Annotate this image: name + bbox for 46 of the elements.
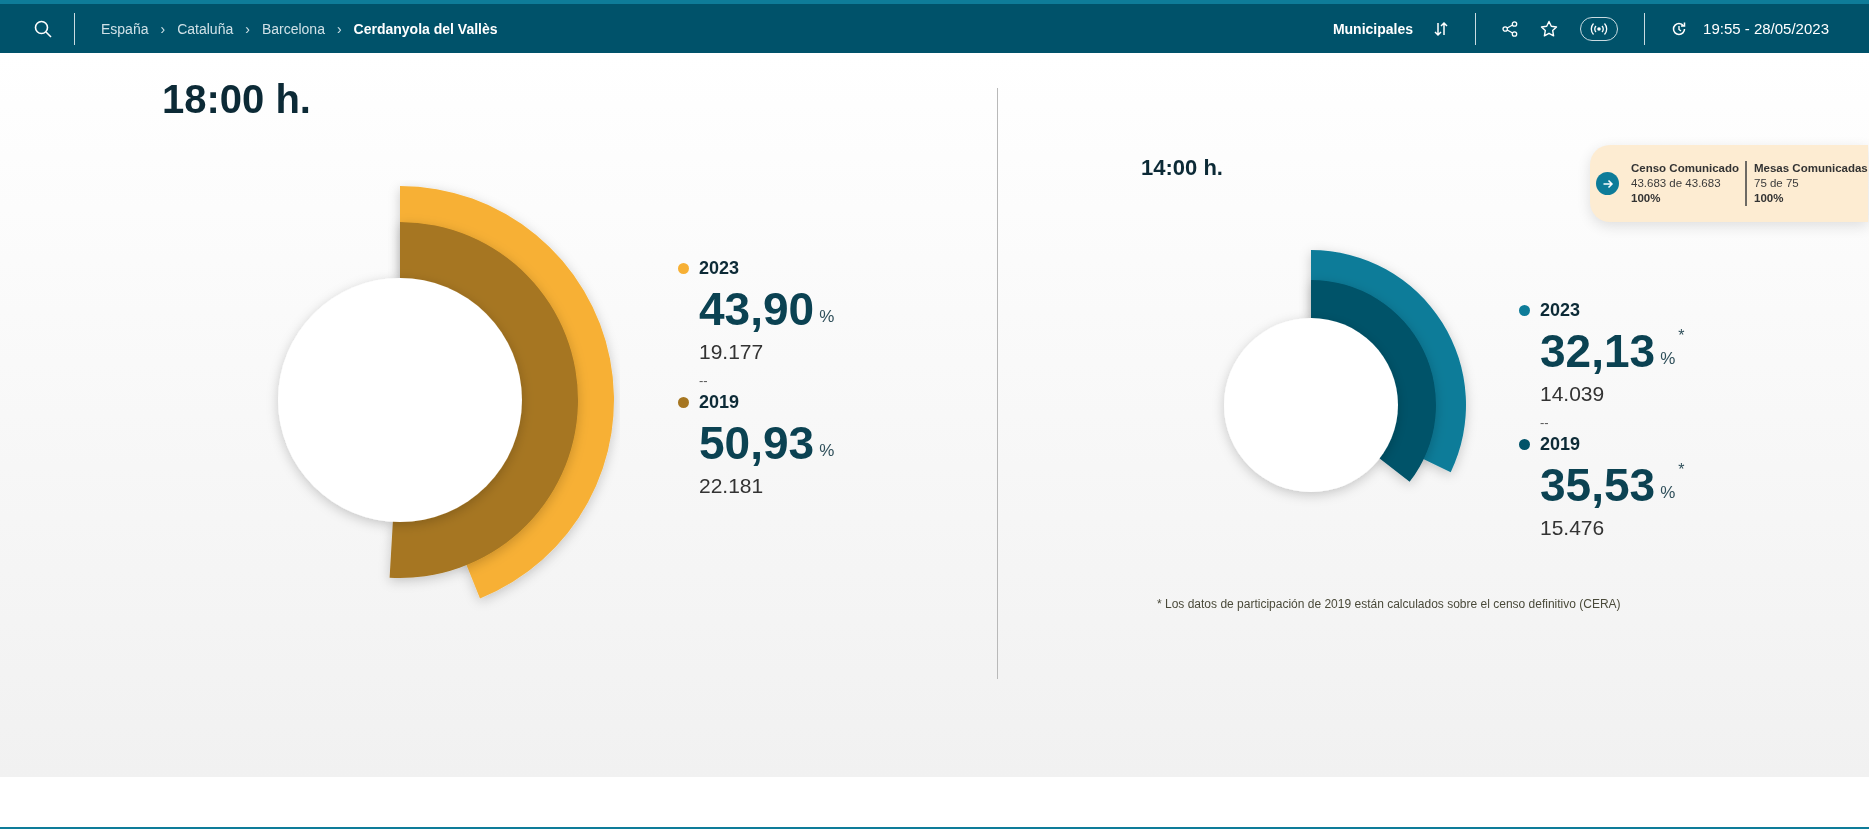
- time-title: 14:00 h.: [1141, 154, 1223, 182]
- breadcrumb-link[interactable]: Barcelona: [261, 20, 325, 37]
- turnout-percent: 43,90: [699, 282, 815, 337]
- summary-percent: 100%: [1631, 191, 1662, 206]
- turnout-percent: 50,93: [699, 416, 815, 471]
- percent-unit: %: [819, 441, 835, 461]
- voter-count: 14.039: [1540, 381, 1606, 407]
- year-label: 2023: [699, 258, 740, 279]
- percent-unit: %: [1660, 483, 1676, 503]
- star-icon[interactable]: [1540, 19, 1559, 38]
- turnout-percent: 35,53: [1540, 458, 1656, 513]
- sort-icon[interactable]: [1433, 20, 1450, 37]
- arrow-right-icon: [1601, 177, 1614, 190]
- share-icon[interactable]: [1502, 20, 1519, 37]
- percent-unit: %: [1660, 349, 1676, 369]
- breadcrumb-link[interactable]: Cerdanyola del Vallès: [353, 20, 498, 37]
- summary-detail: 43.683 de 43.683: [1631, 176, 1722, 191]
- voter-count: 19.177: [699, 339, 765, 365]
- summary-percent: 100%: [1754, 191, 1785, 206]
- turnout-percent: 32,13: [1540, 324, 1656, 379]
- search-icon[interactable]: [34, 19, 52, 38]
- broadcast-icon: [1589, 21, 1610, 36]
- summary-label: Mesas Comunicadas: [1754, 161, 1868, 176]
- history-icon[interactable]: [1671, 20, 1688, 37]
- election-type[interactable]: Municipales: [1332, 20, 1414, 37]
- breadcrumb-separator: ›: [160, 20, 166, 37]
- breadcrumb-separator: ›: [336, 20, 342, 37]
- note-mark: *: [1678, 461, 1685, 479]
- breadcrumb-separator: ›: [245, 20, 250, 37]
- voter-count: 15.476: [1540, 515, 1606, 541]
- year-label: 2023: [1540, 300, 1581, 321]
- separator-text: --: [699, 373, 709, 388]
- year-label: 2019: [1540, 434, 1581, 455]
- separator-text: --: [1540, 415, 1550, 430]
- voter-count: 22.181: [699, 473, 765, 499]
- breadcrumb-link[interactable]: Cataluña: [177, 20, 234, 37]
- update-time: 19:55 - 28/05/2023: [1703, 20, 1829, 37]
- breadcrumb-link[interactable]: España: [101, 20, 149, 37]
- summary-detail: 75 de 75: [1754, 176, 1800, 191]
- percent-unit: %: [819, 307, 835, 327]
- footnote: * Los datos de participación de 2019 están calculados sobre el censo definitivo (CERA): [1157, 597, 1622, 611]
- arrow-button[interactable]: [1596, 172, 1619, 195]
- note-mark: *: [1678, 327, 1685, 345]
- summary-label: Censo Comunicado: [1631, 161, 1739, 176]
- time-title: 18:00 h.: [162, 76, 311, 123]
- year-label: 2019: [699, 392, 740, 413]
